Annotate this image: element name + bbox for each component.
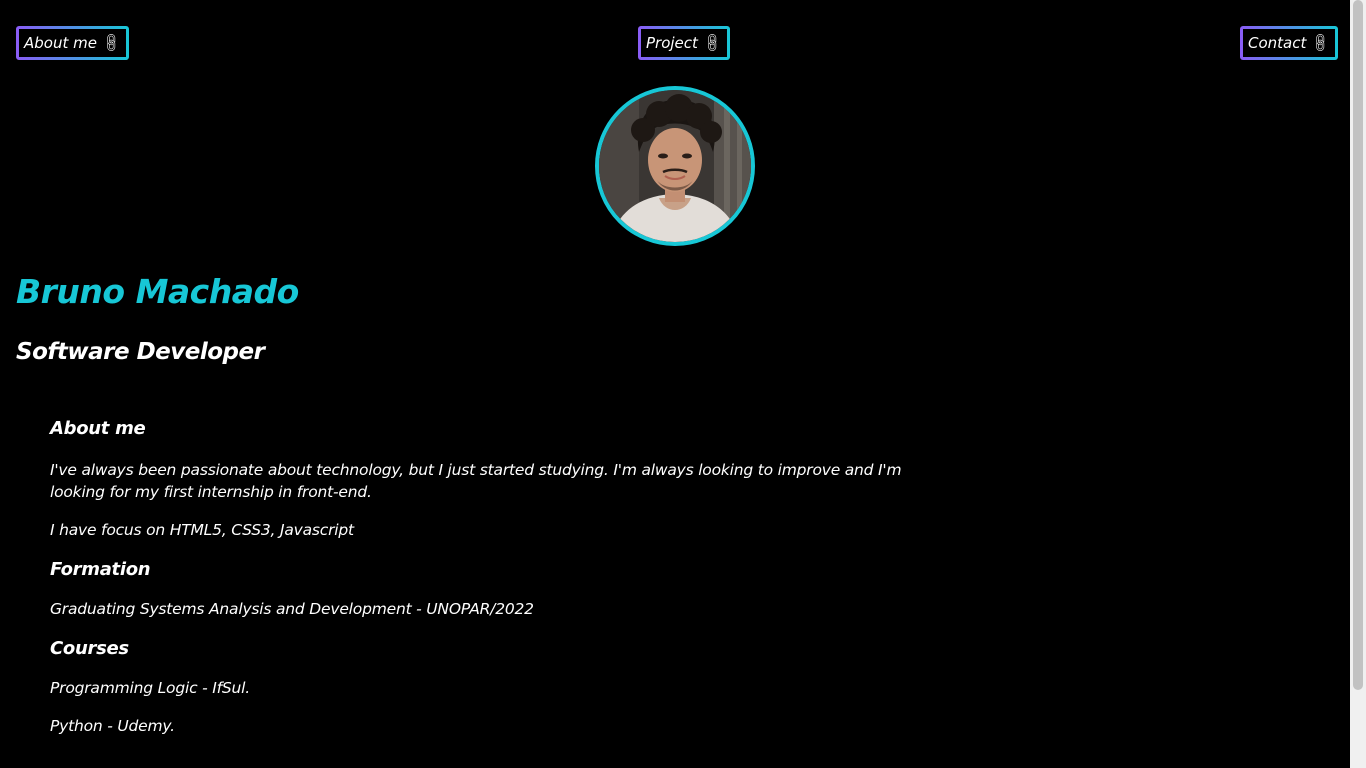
courses-title: Courses <box>50 638 129 659</box>
course-item-2: Python - Udemy. <box>50 717 175 735</box>
profile-name: Bruno Machado <box>16 272 299 311</box>
link-icon: 🔗︎ <box>700 31 725 55</box>
nav-contact-label: Contact <box>1248 34 1307 52</box>
nav-contact-link[interactable]: Contact 🔗︎ <box>1240 26 1338 60</box>
course-item-1: Programming Logic - IfSul. <box>50 679 250 697</box>
vertical-scrollbar[interactable] <box>1350 0 1366 768</box>
scrollbar-thumb[interactable] <box>1353 0 1363 690</box>
about-paragraph-2: I have focus on HTML5, CSS3, Javascript <box>50 521 354 539</box>
nav-project-link[interactable]: Project 🔗︎ <box>638 26 730 60</box>
profile-role: Software Developer <box>16 339 265 365</box>
formation-item: Graduating Systems Analysis and Developm… <box>50 600 534 618</box>
about-title: About me <box>50 418 146 439</box>
profile-photo <box>599 90 751 242</box>
nav-about-label: About me <box>24 34 97 52</box>
content-section: About me I've always been passionate abo… <box>50 418 910 737</box>
about-paragraph-1: I've always been passionate about techno… <box>50 461 902 501</box>
formation-title: Formation <box>50 559 151 580</box>
avatar <box>595 86 755 246</box>
nav-about-link[interactable]: About me 🔗︎ <box>16 26 129 60</box>
link-icon: 🔗︎ <box>1309 31 1334 55</box>
portfolio-page: About me 🔗︎ Project 🔗︎ Contact 🔗︎ Bruno … <box>0 0 1350 768</box>
nav-project-label: Project <box>646 34 698 52</box>
link-icon: 🔗︎ <box>99 31 124 55</box>
